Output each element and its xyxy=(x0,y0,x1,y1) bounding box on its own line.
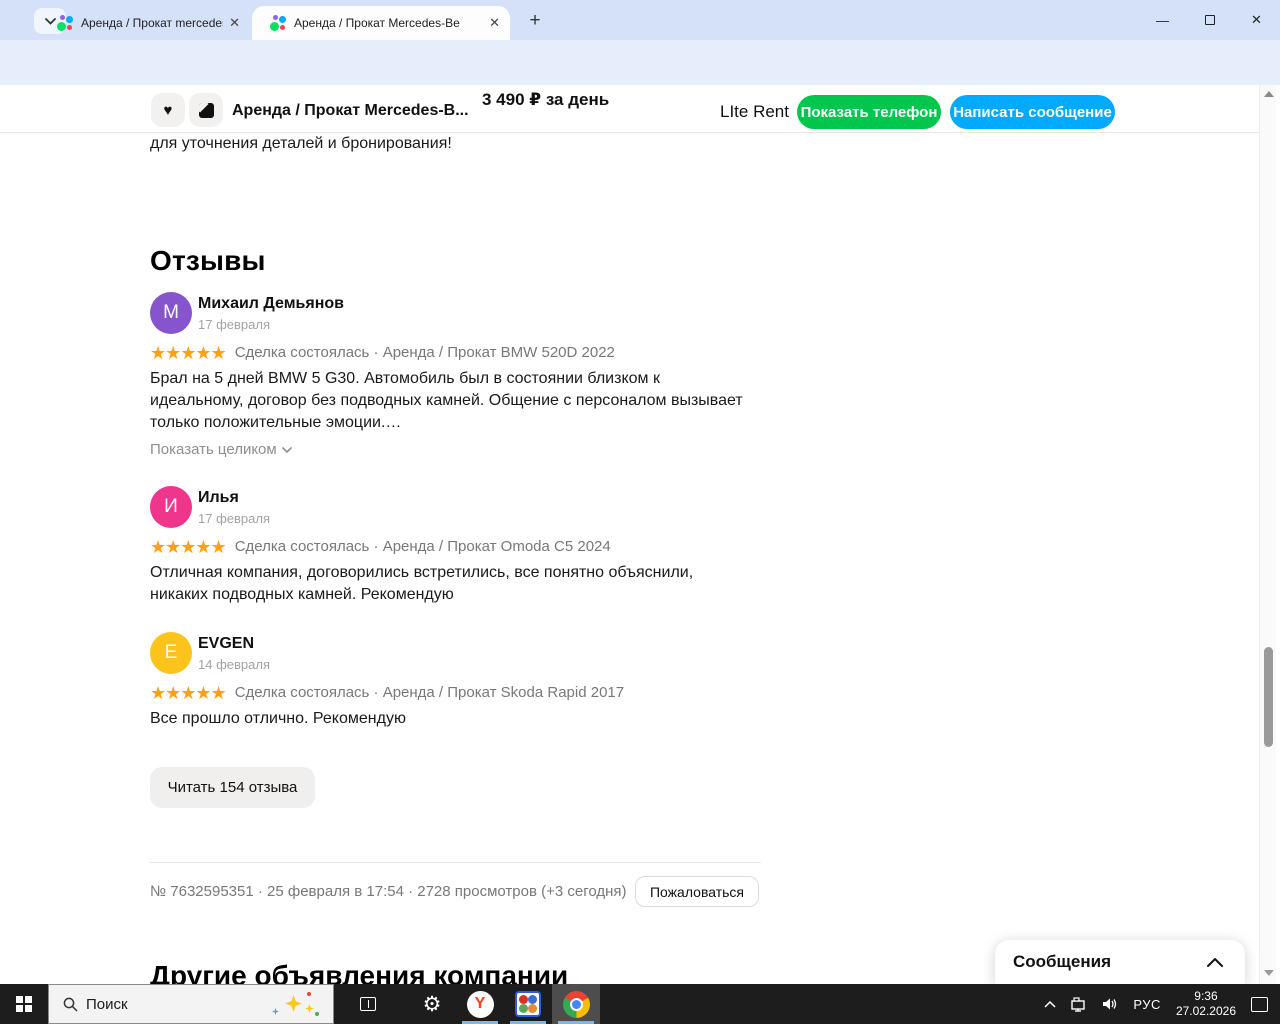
task-view-button[interactable] xyxy=(344,984,392,1024)
listing-price: 3 490 ₽ за день xyxy=(482,90,610,109)
network-button[interactable] xyxy=(1063,984,1095,1024)
review-date: 17 февраля xyxy=(198,511,270,526)
messenger-label: Сообщения xyxy=(1013,952,1111,971)
new-tab-button[interactable]: + xyxy=(522,8,548,34)
page-scrollbar[interactable] xyxy=(1259,85,1276,984)
review-item: М Михаил Демьянов 17 февраля ★★★★★ Сделка… xyxy=(150,292,762,462)
report-button[interactable]: Пожаловаться xyxy=(635,876,759,907)
avatar: М xyxy=(150,292,192,334)
yandex-icon: Y xyxy=(466,990,494,1018)
task-view-icon xyxy=(360,997,376,1011)
listing-title: Аренда / Прокат Mercedes-B... xyxy=(232,102,469,119)
language-indicator[interactable]: РУС xyxy=(1126,984,1168,1024)
tab-title: Аренда / Прокат Mercedes-Be xyxy=(294,16,460,30)
start-button[interactable] xyxy=(0,984,48,1024)
gear-icon: ⚙ xyxy=(422,992,442,1016)
yandex-browser-button[interactable]: Y xyxy=(456,984,504,1024)
favorite-button[interactable]: ♥ xyxy=(151,93,185,127)
review-rating-row: ★★★★★ Сделка состоялась · Аренда / Прокат… xyxy=(150,343,615,364)
chrome-button[interactable] xyxy=(552,984,600,1024)
browser-toolbar: ← → ↻ avito.ru/kaliningrad/predlozheniya… xyxy=(0,40,1280,119)
search-icon xyxy=(63,997,78,1012)
heart-icon: ♥ xyxy=(163,101,173,119)
scroll-down-arrow-icon[interactable] xyxy=(1264,970,1274,976)
volume-button[interactable] xyxy=(1095,984,1126,1024)
listing-meta: № 7632595351 · 25 февраля в 17:54 · 2728… xyxy=(150,883,627,900)
clock[interactable]: 9:36 27.02.2026 xyxy=(1168,989,1244,1019)
review-text: Брал на 5 дней BMW 5 G30. Автомобиль был… xyxy=(150,370,743,431)
listing-sticky-header: ♥ Аренда / Прокат Mercedes-B... 3 490 ₽ … xyxy=(0,85,1259,133)
browser-tab-strip: Аренда / Прокат mercedes-be ✕ Аренда / П… xyxy=(0,0,1280,40)
chevron-down-icon xyxy=(281,446,292,453)
review-deal-info: Сделка состоялась · Аренда / Прокат BMW … xyxy=(234,344,615,361)
restore-button[interactable] xyxy=(1186,0,1233,40)
browser-tab-active[interactable]: Аренда / Прокат Mercedes-Be ✕ xyxy=(252,6,510,40)
reviewer-name: EVGEN xyxy=(198,635,255,652)
tray-expand-button[interactable] xyxy=(1037,984,1063,1024)
write-message-button[interactable]: Написать сообщение xyxy=(950,95,1115,129)
star-rating-icon: ★★★★★ xyxy=(150,683,227,703)
review-deal-info: Сделка состоялась · Аренда / Прокат Omod… xyxy=(234,538,611,555)
review-text: Отличная компания, договорились встретил… xyxy=(150,564,694,603)
tab-title: Аренда / Прокат mercedes-be xyxy=(81,16,223,30)
show-phone-button[interactable]: Показать телефон xyxy=(797,95,941,129)
messenger-widget[interactable]: Сообщения xyxy=(995,940,1245,984)
settings-button[interactable]: ⚙ xyxy=(408,984,456,1024)
scrollbar-thumb[interactable] xyxy=(1264,647,1273,747)
reviewer-name: Илья xyxy=(198,489,239,506)
minimize-button[interactable]: — xyxy=(1139,0,1186,40)
description-fragment: для уточнения деталей и бронирования! xyxy=(150,135,452,152)
avatar: И xyxy=(150,486,192,528)
browser-tab-inactive[interactable]: Аренда / Прокат mercedes-be ✕ xyxy=(50,6,250,40)
note-icon xyxy=(198,102,214,118)
pinned-app-button[interactable] xyxy=(504,984,552,1024)
review-item: И Илья 17 февраля ★★★★★ Сделка состоялась… xyxy=(150,486,762,611)
review-rating-row: ★★★★★ Сделка состоялась · Аренда / Прокат… xyxy=(150,683,624,704)
window-controls: — ✕ xyxy=(1139,0,1280,40)
speaker-icon xyxy=(1103,998,1117,1010)
chrome-icon xyxy=(562,990,590,1018)
review-item: E EVGEN 14 февраля ★★★★★ Сделка состоялас… xyxy=(150,632,762,732)
tray-date: 27.02.2026 xyxy=(1175,1004,1236,1018)
avatar: E xyxy=(150,632,192,674)
network-icon xyxy=(1071,996,1086,1012)
review-date: 14 февраля xyxy=(198,657,270,672)
note-button[interactable] xyxy=(189,93,223,127)
star-rating-icon: ★★★★★ xyxy=(150,537,227,557)
close-button[interactable]: ✕ xyxy=(1233,0,1280,40)
review-date: 17 февраля xyxy=(198,317,270,332)
chevron-up-icon xyxy=(1207,957,1223,967)
avito-favicon xyxy=(270,15,286,31)
show-full-review-link[interactable]: Показать целиком xyxy=(150,441,292,458)
scroll-up-arrow-icon[interactable] xyxy=(1264,91,1274,97)
action-center-button[interactable] xyxy=(1244,984,1280,1024)
review-deal-info: Сделка состоялась · Аренда / Прокат Skod… xyxy=(234,684,625,701)
chevron-up-icon xyxy=(1044,1000,1056,1008)
page-content: ♥ Аренда / Прокат Mercedes-B... 3 490 ₽ … xyxy=(0,85,1259,991)
reviews-heading: Отзывы xyxy=(150,245,266,276)
avito-favicon xyxy=(57,15,73,31)
restore-icon xyxy=(1204,12,1219,25)
tray-time: 9:36 xyxy=(1194,989,1218,1003)
windows-logo-icon xyxy=(16,996,32,1012)
section-divider xyxy=(150,862,761,863)
taskbar-search-input[interactable]: Поиск xyxy=(48,984,334,1024)
reviewer-name: Михаил Демьянов xyxy=(198,295,344,312)
system-tray: РУС 9:36 27.02.2026 xyxy=(1037,984,1280,1024)
search-highlights-icon xyxy=(269,992,319,1018)
review-text: Все прошло отлично. Рекомендую xyxy=(150,710,406,727)
tab-close-icon[interactable]: ✕ xyxy=(483,15,510,31)
review-rating-row: ★★★★★ Сделка состоялась · Аренда / Прокат… xyxy=(150,537,611,558)
windows-taskbar: Поиск ⚙ Y РУС 9:36 27.02.2026 xyxy=(0,984,1280,1024)
colored-grid-app-icon xyxy=(515,991,541,1017)
read-all-reviews-button[interactable]: Читать 154 отзыва xyxy=(150,767,315,808)
search-placeholder: Поиск xyxy=(86,995,128,1013)
star-rating-icon: ★★★★★ xyxy=(150,343,227,363)
seller-name: LIte Rent xyxy=(720,102,789,121)
screen: Аренда / Прокат mercedes-be ✕ Аренда / П… xyxy=(0,0,1280,1024)
tab-close-icon[interactable]: ✕ xyxy=(223,15,250,31)
notification-icon xyxy=(1251,996,1268,1012)
